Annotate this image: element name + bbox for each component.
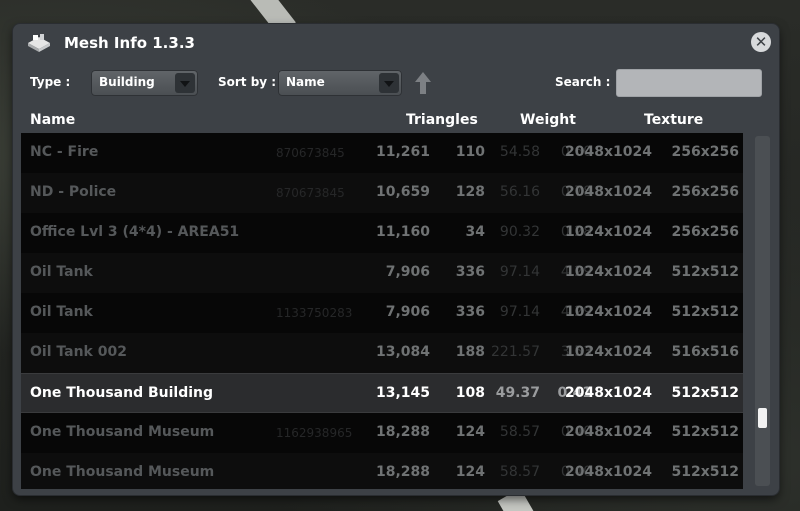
row-texture: 1024x1024: [565, 224, 652, 240]
row-lod-triangles: 188: [455, 344, 485, 360]
row-id: 1133750283: [276, 306, 353, 320]
table-row[interactable]: One Thousand Museum 18,288 124 58.57 0.4…: [21, 453, 743, 489]
table-row[interactable]: ND - Police 870673845 10,659 128 56.16 0…: [21, 173, 743, 213]
row-weight: 49.37: [495, 385, 540, 401]
row-weight: 97.14: [499, 304, 540, 320]
column-header-texture[interactable]: Texture: [644, 112, 703, 128]
row-texture: 1024x1024: [565, 304, 652, 320]
window-titlebar[interactable]: Mesh Info 1.3.3 ✕: [13, 24, 779, 62]
row-lod-triangles: 128: [455, 184, 485, 200]
mesh-info-window: Mesh Info 1.3.3 ✕ Type : Building Sort b…: [13, 24, 779, 495]
row-name: One Thousand Building: [30, 385, 214, 401]
row-name: One Thousand Museum: [30, 464, 215, 480]
row-id: 870673845: [276, 186, 345, 200]
close-icon[interactable]: ✕: [751, 32, 771, 52]
table-row-selected[interactable]: One Thousand Building 13,145 108 49.37 0…: [21, 373, 743, 413]
row-triangles: 13,145: [375, 385, 430, 401]
column-header-triangles[interactable]: Triangles: [406, 112, 478, 128]
row-lod-triangles: 34: [465, 224, 485, 240]
row-name: NC - Fire: [30, 144, 99, 160]
row-weight: 58.57: [499, 424, 540, 440]
row-texture: 1024x1024: [565, 344, 652, 360]
row-texture: 2048x1024: [565, 424, 652, 440]
scrollbar-thumb[interactable]: [758, 408, 767, 428]
row-lod-triangles: 124: [455, 464, 485, 480]
window-title: Mesh Info 1.3.3: [64, 34, 195, 52]
row-triangles: 18,288: [375, 424, 430, 440]
type-dropdown[interactable]: Building: [91, 70, 198, 96]
table-row[interactable]: Oil Tank 002 13,084 188 221.57 3.53 1024…: [21, 333, 743, 373]
row-lod-texture: 256x256: [671, 184, 739, 200]
row-name: Oil Tank: [30, 264, 93, 280]
row-name: Oil Tank 002: [30, 344, 127, 360]
row-lod-texture: 512x512: [671, 264, 739, 280]
row-name: Office Lvl 3 (4*4) - AREA51: [30, 224, 240, 240]
row-triangles: 18,288: [375, 464, 430, 480]
type-dropdown-value: Building: [99, 75, 155, 89]
row-name: One Thousand Museum: [30, 424, 215, 440]
row-weight: 56.16: [499, 184, 540, 200]
search-input[interactable]: [616, 69, 762, 97]
column-headers: Name Triangles Weight Texture: [13, 110, 779, 132]
table-row[interactable]: Oil Tank 7,906 336 97.14 4.29 1024x1024 …: [21, 253, 743, 293]
row-texture: 2048x1024: [565, 385, 652, 401]
row-lod-texture: 256x256: [671, 224, 739, 240]
row-weight: 90.32: [499, 224, 540, 240]
row-id: 1162938965: [276, 426, 353, 440]
filter-bar: Type : Building Sort by : Name Search :: [13, 68, 779, 98]
row-lod-triangles: 336: [455, 264, 485, 280]
table-row[interactable]: Office Lvl 3 (4*4) - AREA51 11,160 34 90…: [21, 213, 743, 253]
type-label: Type :: [30, 75, 71, 89]
row-weight: 54.58: [499, 144, 540, 160]
table-row[interactable]: NC - Fire 870673845 11,261 110 54.58 0.6…: [21, 133, 743, 173]
chevron-down-icon: [175, 73, 195, 93]
row-lod-texture: 512x512: [671, 304, 739, 320]
row-lod-triangles: 336: [455, 304, 485, 320]
table-row[interactable]: One Thousand Museum 1162938965 18,288 12…: [21, 413, 743, 453]
row-texture: 2048x1024: [565, 144, 652, 160]
row-name: Oil Tank: [30, 304, 93, 320]
row-lod-texture: 256x256: [671, 144, 739, 160]
column-header-weight[interactable]: Weight: [520, 112, 576, 128]
row-weight: 221.57: [491, 344, 540, 360]
mesh-table: NC - Fire 870673845 11,261 110 54.58 0.6…: [21, 133, 743, 489]
sort-dropdown[interactable]: Name: [278, 70, 402, 96]
row-lod-triangles: 124: [455, 424, 485, 440]
row-texture: 1024x1024: [565, 264, 652, 280]
building-icon: [28, 34, 50, 52]
row-triangles: 11,160: [375, 224, 430, 240]
row-lod-texture: 512x512: [671, 385, 739, 401]
row-id: 870673845: [276, 146, 345, 160]
table-scrollbar[interactable]: [755, 136, 770, 486]
row-triangles: 13,084: [375, 344, 430, 360]
row-name: ND - Police: [30, 184, 117, 200]
table-row[interactable]: Oil Tank 1133750283 7,906 336 97.14 4.29…: [21, 293, 743, 333]
row-texture: 2048x1024: [565, 464, 652, 480]
row-weight: 97.14: [499, 264, 540, 280]
row-triangles: 7,906: [385, 304, 430, 320]
chevron-down-icon: [379, 73, 399, 93]
row-lod-texture: 512x512: [671, 424, 739, 440]
row-lod-triangles: 108: [455, 385, 485, 401]
row-lod-texture: 516x516: [671, 344, 739, 360]
row-triangles: 10,659: [375, 184, 430, 200]
row-triangles: 11,261: [375, 144, 430, 160]
row-weight: 58.57: [499, 464, 540, 480]
row-lod-texture: 512x512: [671, 464, 739, 480]
sort-label: Sort by :: [218, 75, 277, 89]
row-texture: 2048x1024: [565, 184, 652, 200]
sort-dropdown-value: Name: [286, 75, 325, 89]
arrow-up-icon[interactable]: [413, 70, 433, 96]
row-lod-triangles: 110: [455, 144, 485, 160]
column-header-name[interactable]: Name: [30, 112, 75, 128]
search-label: Search :: [555, 75, 611, 89]
row-triangles: 7,906: [385, 264, 430, 280]
